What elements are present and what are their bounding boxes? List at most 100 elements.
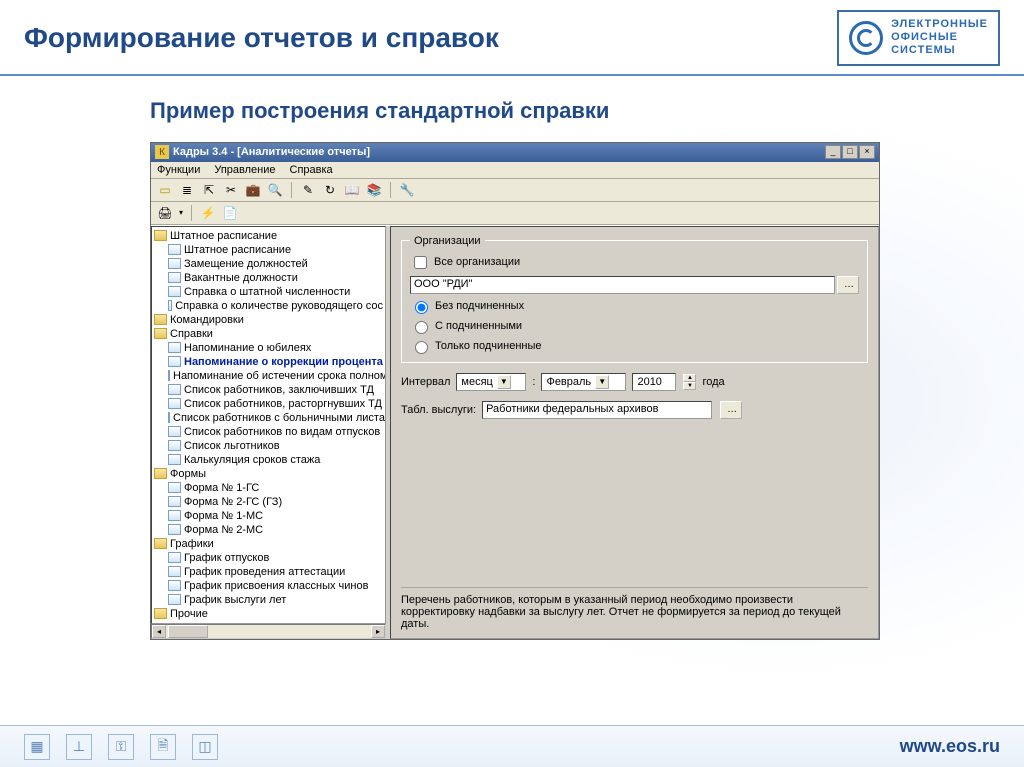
chevron-down-icon[interactable]: ▼	[595, 375, 609, 389]
tb-card-icon[interactable]: ▭	[157, 182, 173, 198]
tree-item[interactable]: Напоминание о юбилеях	[152, 341, 385, 355]
tb-list-icon[interactable]: ≣	[179, 182, 195, 198]
tree-hscrollbar[interactable]: ◂ ▸	[151, 624, 386, 639]
radio-with-subordinates[interactable]: С подчиненными	[410, 318, 859, 334]
interval-unit-combo[interactable]: месяц ▼	[456, 373, 526, 391]
tb-tool-icon[interactable]: 🔧	[399, 182, 415, 198]
close-button[interactable]: ×	[859, 145, 875, 159]
tree-folder[interactable]: Прочие	[152, 607, 385, 621]
tree-label: График присвоения классных чинов	[184, 579, 368, 593]
folder-icon	[154, 608, 167, 619]
tree-folder[interactable]: Графики	[152, 537, 385, 551]
tree-item[interactable]: Справка о количестве руководящего сос	[152, 299, 385, 313]
tb-case-icon[interactable]: 💼	[245, 182, 261, 198]
folder-icon	[154, 314, 167, 325]
maximize-button[interactable]: □	[842, 145, 858, 159]
tree-label: Форма № 2-МС	[184, 523, 263, 537]
tree-item[interactable]: Калькуляция сроков стажа	[152, 453, 385, 467]
report-icon	[168, 566, 181, 577]
tree-folder[interactable]: Формы	[152, 467, 385, 481]
menu-functions[interactable]: Функции	[157, 164, 200, 176]
app-icon: К	[155, 145, 169, 159]
tree-label: Справки	[170, 327, 213, 341]
tree-label: График проведения аттестации	[184, 565, 345, 579]
tree-item[interactable]: График проведения аттестации	[152, 565, 385, 579]
tree-label: Штатное расписание	[184, 243, 291, 257]
tree-item[interactable]: График выслуги лет	[152, 593, 385, 607]
tree-item[interactable]: Список работников, заключивших ТД	[152, 383, 385, 397]
report-icon	[168, 426, 181, 437]
tb-books-icon[interactable]: 📚	[366, 182, 382, 198]
tree-item[interactable]: Штатное расписание	[152, 243, 385, 257]
menu-management[interactable]: Управление	[214, 164, 275, 176]
seniority-browse-button[interactable]: …	[720, 401, 742, 419]
scroll-left-icon[interactable]: ◂	[152, 625, 166, 638]
tree-item[interactable]: Вакантные должности	[152, 271, 385, 285]
radio-no-subordinates[interactable]: Без подчиненных	[410, 298, 859, 314]
report-icon	[168, 510, 181, 521]
tree-item[interactable]: Форма № 2-ГС (ГЗ)	[152, 495, 385, 509]
report-icon	[168, 454, 181, 465]
report-icon	[168, 552, 181, 563]
tree-label: График выслуги лет	[184, 593, 286, 607]
tree-item[interactable]: График присвоения классных чинов	[152, 579, 385, 593]
tree-item[interactable]: Замещение должностей	[152, 257, 385, 271]
report-icon	[168, 286, 181, 297]
menubar: Функции Управление Справка	[151, 162, 879, 179]
toolbar-main: ▭ ≣ ⇱ ✂ 💼 🔍 ✎ ↻ 📖 📚 🔧	[151, 179, 879, 202]
footer-tree-icon: ⊥	[66, 734, 92, 760]
tree-label: Формы	[170, 467, 206, 481]
tb-edit-icon[interactable]: ✎	[300, 182, 316, 198]
report-icon	[168, 496, 181, 507]
folder-icon	[154, 468, 167, 479]
report-icon	[168, 342, 181, 353]
organizations-fieldset: Организации Все организации ООО "РДИ" … …	[401, 235, 868, 363]
tree-item[interactable]: Список работников с больничными листа	[152, 411, 385, 425]
tree-item[interactable]: Список работников по видам отпусков	[152, 425, 385, 439]
tb-run-icon[interactable]: ⚡	[200, 205, 216, 221]
tb-book-icon[interactable]: 📖	[344, 182, 360, 198]
minimize-button[interactable]: _	[825, 145, 841, 159]
organization-field[interactable]: ООО "РДИ"	[410, 276, 835, 294]
tb-cut-icon[interactable]: ✂	[223, 182, 239, 198]
tree-item[interactable]: Список работников, расторгнувших ТД	[152, 397, 385, 411]
tb-export-icon[interactable]: ⇱	[201, 182, 217, 198]
tree-item[interactable]: Форма № 1-МС	[152, 509, 385, 523]
tb-refresh-icon[interactable]: ↻	[322, 182, 338, 198]
radio-only-subordinates[interactable]: Только подчиненные	[410, 338, 859, 354]
tree-item[interactable]: График отпусков	[152, 551, 385, 565]
tree-item[interactable]: Список льготников	[152, 439, 385, 453]
tree-folder[interactable]: Справки	[152, 327, 385, 341]
scroll-right-icon[interactable]: ▸	[371, 625, 385, 638]
scroll-thumb[interactable]	[168, 625, 208, 638]
organization-browse-button[interactable]: …	[837, 276, 859, 294]
tb-copy-icon[interactable]: 📄	[222, 205, 238, 221]
month-combo[interactable]: Февраль ▼	[541, 373, 626, 391]
tb-print-icon[interactable]: 🖨	[157, 205, 173, 221]
report-tree[interactable]: Штатное расписаниеШтатное расписаниеЗаме…	[151, 226, 386, 624]
all-orgs-input[interactable]	[414, 256, 427, 269]
chevron-down-icon[interactable]: ▼	[497, 375, 511, 389]
titlebar[interactable]: К Кадры 3.4 - [Аналитические отчеты] _ □…	[151, 143, 879, 162]
tree-label: Форма № 1-МС	[184, 509, 263, 523]
tree-label: Список работников, заключивших ТД	[184, 383, 374, 397]
seniority-table-field[interactable]: Работники федеральных архивов	[482, 401, 712, 419]
menu-help[interactable]: Справка	[290, 164, 333, 176]
tree-item[interactable]: Форма № 2-МС	[152, 523, 385, 537]
year-up-button[interactable]: ▲	[683, 374, 696, 382]
tree-item[interactable]: Справка о штатной численности	[152, 285, 385, 299]
year-down-button[interactable]: ▼	[683, 382, 696, 390]
titlebar-text: Кадры 3.4 - [Аналитические отчеты]	[173, 146, 825, 158]
tree-item[interactable]: Напоминание о коррекции процента	[152, 355, 385, 369]
tree-item[interactable]: Напоминание об истечении срока полном	[152, 369, 385, 383]
tree-item[interactable]: Форма № 1-ГС	[152, 481, 385, 495]
slide-subtitle: Пример построения стандартной справки	[0, 76, 1024, 142]
all-orgs-checkbox[interactable]: Все организации	[410, 253, 859, 272]
report-icon	[168, 482, 181, 493]
toolbar-secondary: 🖨 ▾ ⚡ 📄	[151, 202, 879, 225]
year-spinner[interactable]: 2010	[632, 373, 676, 391]
tree-folder[interactable]: Штатное расписание	[152, 229, 385, 243]
tree-folder[interactable]: Командировки	[152, 313, 385, 327]
report-icon	[168, 412, 170, 423]
tb-search-icon[interactable]: 🔍	[267, 182, 283, 198]
